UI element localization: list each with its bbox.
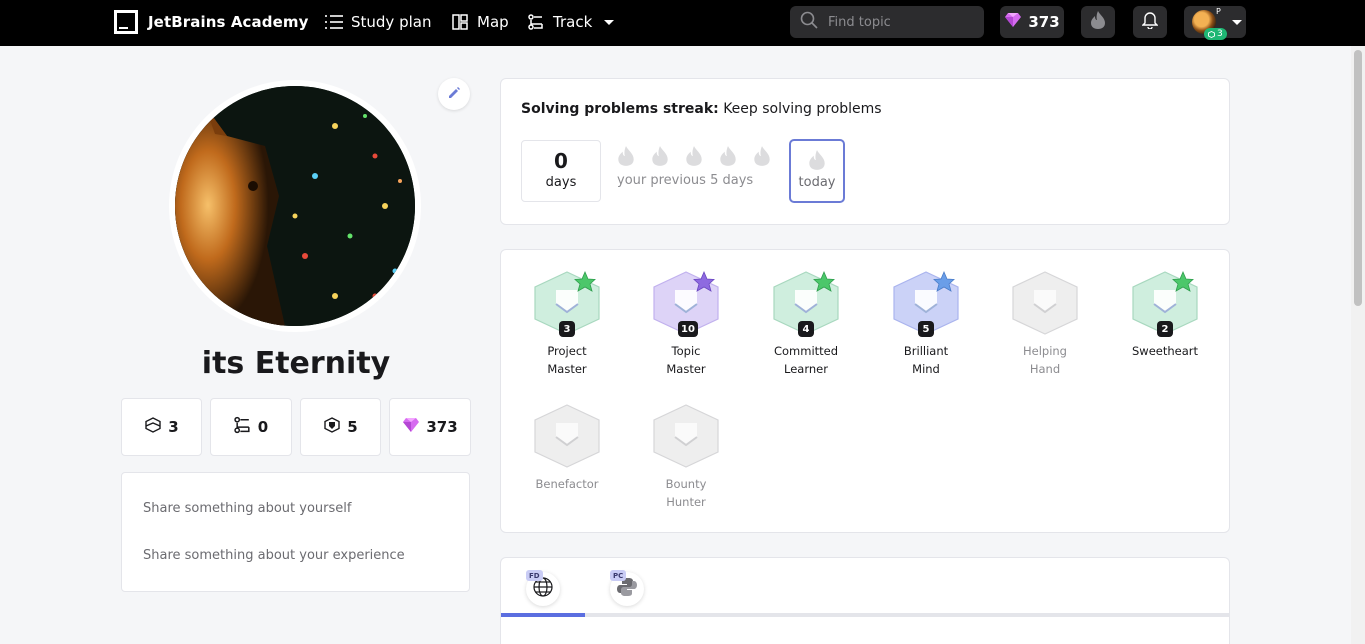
stat-projects-value: 3: [168, 418, 179, 436]
hexagon-badge-icon: [653, 404, 719, 468]
badge-name: Committed Learner: [773, 344, 839, 376]
stat-gems-value: 373: [426, 418, 458, 436]
gem-icon: [402, 417, 420, 437]
badge-sweetheart[interactable]: 2 Sweetheart: [1120, 270, 1210, 360]
flame-icon: [752, 145, 774, 169]
streak-button[interactable]: [1081, 6, 1115, 38]
about-yourself-link[interactable]: Share something about yourself: [143, 501, 351, 516]
pencil-icon: [447, 85, 461, 104]
flame-icon: [616, 145, 638, 169]
chevron-down-icon: [1232, 20, 1242, 25]
badge-helping-hand[interactable]: Helping Hand: [1000, 270, 1090, 378]
nav-study-plan-label: Study plan: [351, 13, 432, 31]
streak-subtitle: Keep solving problems: [723, 101, 882, 117]
nav-study-plan[interactable]: Study plan: [325, 10, 431, 34]
badge-name: Helping Hand: [1022, 344, 1067, 376]
flame-icon: [684, 145, 706, 169]
streak-today-label: today: [798, 175, 836, 190]
search-input[interactable]: [828, 14, 968, 30]
badges-card: 3 Project Master 10 Topic Master 4 Committ…: [500, 249, 1230, 533]
tab-active-indicator: [501, 613, 585, 617]
avatar-count-badge: 3: [1204, 28, 1227, 40]
gems-count: 373: [1028, 13, 1060, 31]
badge-name: Project Master: [547, 344, 587, 376]
tab-rail: [501, 613, 1229, 617]
search-box[interactable]: [790, 6, 984, 38]
chevron-down-icon: [604, 19, 615, 25]
badge-level: 5: [918, 321, 934, 337]
streak-days-box: 0 days: [521, 140, 601, 202]
streak-today-box: today: [789, 139, 845, 203]
badge-level: 4: [798, 321, 814, 337]
hexagon-badge-icon: [1012, 271, 1078, 335]
stat-badges-value: 5: [347, 418, 358, 436]
nav-track-label: Track: [553, 13, 593, 31]
jetbrains-logo-icon: [114, 10, 138, 34]
tracks-card: FD PC: [500, 557, 1230, 644]
about-experience-link[interactable]: Share something about your experience: [143, 548, 405, 563]
nav-map[interactable]: Map: [451, 10, 509, 34]
bell-icon: [1141, 11, 1159, 33]
profile-avatar: [169, 80, 421, 332]
avatar-letter: P: [1216, 7, 1221, 16]
badge-project-master[interactable]: 3 Project Master: [522, 270, 612, 378]
badge-benefactor[interactable]: Benefactor: [522, 403, 612, 493]
track-icon: [527, 13, 545, 31]
brand-name: JetBrains Academy: [148, 13, 309, 31]
badge-topic-master[interactable]: 10 Topic Master: [641, 270, 731, 378]
flame-icon: [718, 145, 740, 169]
track-tag-pc: PC: [610, 570, 627, 581]
badge-name: Benefactor: [535, 477, 599, 491]
stat-tracks[interactable]: 0: [210, 398, 292, 456]
badge-name: Brilliant Mind: [903, 344, 949, 376]
project-icon: [1208, 30, 1215, 38]
study-plan-icon: [325, 13, 343, 31]
page-scrollbar[interactable]: [1351, 46, 1365, 644]
badge-icon: [323, 416, 341, 438]
streak-title: Solving problems streak:: [521, 101, 719, 117]
user-menu-button[interactable]: P 3: [1184, 6, 1246, 40]
streak-card: Solving problems streak: Keep solving pr…: [500, 78, 1230, 225]
stat-badges[interactable]: 5: [300, 398, 381, 456]
notifications-button[interactable]: [1133, 6, 1167, 38]
scrollbar-thumb[interactable]: [1354, 50, 1362, 306]
badge-name: Sweetheart: [1131, 344, 1198, 358]
project-icon: [144, 416, 162, 438]
gems-counter[interactable]: 373: [1000, 6, 1064, 38]
edit-profile-button[interactable]: [438, 78, 470, 110]
profile-name: its Eternity: [201, 346, 391, 381]
badge-name: Topic Master: [666, 344, 706, 376]
about-card: Share something about yourself Share som…: [121, 472, 470, 592]
badge-bounty-hunter[interactable]: Bounty Hunter: [641, 403, 731, 511]
flame-icon: [1090, 10, 1106, 34]
badge-brilliant-mind[interactable]: 5 Brilliant Mind: [881, 270, 971, 378]
brand-logo[interactable]: JetBrains Academy: [114, 10, 309, 34]
streak-heading: Solving problems streak: Keep solving pr…: [521, 101, 882, 117]
map-icon: [451, 13, 469, 31]
streak-days-label: days: [545, 175, 577, 190]
stat-gems[interactable]: 373: [389, 398, 471, 456]
flame-icon: [807, 149, 827, 175]
nav-track-dropdown[interactable]: Track: [527, 10, 615, 34]
stat-tracks-value: 0: [257, 418, 269, 436]
hexagon-badge-icon: [534, 404, 600, 468]
badge-committed-learner[interactable]: 4 Committed Learner: [761, 270, 851, 378]
flame-icon: [650, 145, 672, 169]
badge-level: 3: [559, 321, 575, 337]
gem-icon: [1004, 12, 1022, 32]
badge-level: 10: [678, 321, 698, 337]
search-icon: [800, 11, 818, 33]
top-navigation-bar: JetBrains Academy Study plan Map Track 3…: [0, 0, 1365, 46]
profile-photo: [175, 86, 415, 326]
stat-projects[interactable]: 3: [121, 398, 202, 456]
track-icon: [234, 416, 252, 438]
previous-days-label: your previous 5 days: [617, 173, 754, 188]
avatar-count: 3: [1217, 29, 1223, 39]
badge-level: 2: [1157, 321, 1173, 337]
nav-map-label: Map: [477, 13, 509, 31]
streak-days-value: 0: [554, 149, 568, 173]
badge-name: Bounty Hunter: [665, 477, 707, 509]
track-tag-fd: FD: [526, 570, 543, 581]
